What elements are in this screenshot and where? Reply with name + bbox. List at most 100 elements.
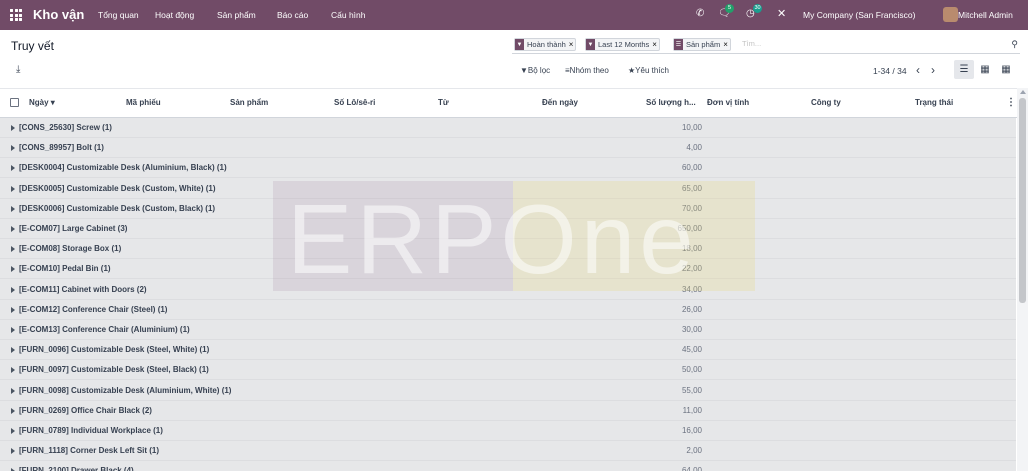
caret-right-icon[interactable] (11, 306, 15, 313)
column-quantity-done[interactable]: Số lượng h... (646, 98, 696, 107)
filter-button[interactable]: ▼Bộ lọc (520, 66, 550, 75)
search-bar[interactable]: ▼ Hoàn thành × ▼ Last 12 Months × ☰ Sản … (512, 35, 1020, 54)
menu-item-configuration[interactable]: Cấu hình (331, 10, 366, 20)
facet-done[interactable]: ▼ Hoàn thành × (514, 38, 577, 51)
caret-right-icon[interactable] (11, 205, 15, 212)
caret-right-icon[interactable] (11, 165, 15, 172)
group-quantity-total: 60,00 (681, 163, 702, 173)
filter-label: Bộ lọc (527, 66, 551, 75)
group-row[interactable]: [FURN_0269] Office Chair Black (2) 11,00 (0, 401, 1016, 421)
previous-page-icon[interactable]: ‹ (916, 63, 920, 77)
facet-group-by-product[interactable]: ☰ Sản phẩm × (673, 38, 731, 51)
activities-clock-icon[interactable]: ◷ 30 (746, 4, 762, 19)
app-name[interactable]: Kho vận (33, 7, 84, 22)
caret-right-icon[interactable] (11, 347, 15, 354)
grouped-list: [CONS_25630] Screw (1) 10,00 [CONS_89957] … (0, 118, 1016, 471)
column-reference[interactable]: Mã phiếu (126, 98, 161, 107)
caret-right-icon[interactable] (11, 407, 15, 414)
group-label: [CONS_89957] Bolt (1) (19, 143, 104, 153)
column-label: Ngày (29, 98, 49, 107)
search-icon[interactable]: ⚲ (1011, 39, 1018, 50)
group-quantity-total: 45,00 (681, 345, 702, 355)
group-label: [DESK0005] Customizable Desk (Custom, Wh… (19, 183, 216, 193)
pager-value[interactable]: 1-34 / 34 (873, 66, 907, 76)
column-status[interactable]: Trạng thái (915, 98, 953, 107)
caret-right-icon[interactable] (11, 125, 15, 131)
group-label: [DESK0004] Customizable Desk (Aluminium,… (19, 163, 227, 173)
list-view-icon[interactable]: ☰ (954, 60, 974, 79)
group-row[interactable]: [FURN_0097] Customizable Desk (Steel, Bl… (0, 360, 1016, 381)
menu-item-reporting[interactable]: Báo cáo (277, 10, 308, 20)
column-unit[interactable]: Đơn vị tính (707, 98, 749, 107)
download-icon[interactable]: ⤓ (16, 64, 20, 75)
user-name[interactable]: Mitchell Admin (958, 10, 1013, 20)
column-product[interactable]: Sản phẩm (230, 98, 268, 107)
group-label: [FURN_0789] Individual Workplace (1) (19, 426, 163, 435)
group-label: [E-COM13] Conference Chair (Aluminium) (… (19, 325, 190, 334)
group-row[interactable]: [DESK0004] Customizable Desk (Aluminium,… (0, 158, 1016, 179)
group-row[interactable]: [FURN_0096] Customizable Desk (Steel, Wh… (0, 340, 1016, 361)
group-row[interactable]: [E-COM12] Conference Chair (Steel) (1) 26… (0, 300, 1016, 320)
select-all-checkbox[interactable] (10, 98, 19, 107)
apps-menu-icon[interactable] (10, 9, 22, 21)
caret-right-icon[interactable] (11, 448, 15, 455)
table-header: Ngày ▾ Mã phiếu Sản phẩm Số Lô/sê-ri Từ … (0, 88, 1018, 118)
group-row[interactable]: [FURN_2100] Drawer Black (4) 64,00 (0, 461, 1016, 471)
column-company[interactable]: Công ty (811, 98, 841, 107)
remove-facet-icon[interactable]: × (569, 40, 574, 49)
group-label: [FURN_0097] Customizable Desk (Steel, Bl… (19, 365, 209, 375)
next-page-icon[interactable]: › (931, 63, 935, 77)
page-title: Truy vết (11, 39, 54, 53)
group-label: [CONS_25630] Screw (1) (19, 123, 112, 132)
group-quantity-total: 64,00 (681, 466, 702, 471)
user-avatar[interactable] (943, 7, 958, 22)
group-row[interactable]: [CONS_25630] Screw (1) 10,00 (0, 118, 1016, 138)
group-label: [E-COM12] Conference Chair (Steel) (1) (19, 304, 168, 314)
column-from[interactable]: Từ (438, 98, 449, 107)
caret-right-icon[interactable] (11, 428, 15, 434)
pivot-view-icon[interactable]: ▦ (996, 60, 1016, 79)
caret-right-icon[interactable] (11, 246, 15, 253)
column-date[interactable]: Ngày ▾ (29, 98, 55, 107)
group-row[interactable]: [CONS_89957] Bolt (1) 4,00 (0, 138, 1016, 159)
caret-right-icon[interactable] (11, 145, 15, 152)
caret-right-icon[interactable] (11, 327, 15, 333)
caret-right-icon[interactable] (11, 387, 15, 394)
company-switcher[interactable]: My Company (San Francisco) (803, 10, 915, 20)
group-row[interactable]: [FURN_0789] Individual Workplace (1) 16,0… (0, 421, 1016, 441)
menu-item-operations[interactable]: Hoạt động (155, 10, 194, 20)
group-label: [E-COM10] Pedal Bin (1) (19, 264, 111, 274)
messages-icon[interactable]: 🗨 5 (718, 4, 734, 19)
group-row[interactable]: [FURN_0098] Customizable Desk (Aluminium… (0, 381, 1016, 401)
facet-label: Hoàn thành (527, 40, 566, 49)
favorites-button[interactable]: ★Yêu thích (628, 66, 669, 75)
group-quantity-total: 4,00 (686, 143, 702, 153)
facet-last-12-months[interactable]: ▼ Last 12 Months × (585, 38, 660, 51)
caret-right-icon[interactable] (11, 367, 15, 374)
search-input[interactable]: Tìm... (742, 39, 761, 48)
facet-label: Sản phẩm (686, 40, 721, 49)
caret-right-icon[interactable] (11, 286, 15, 293)
phone-icon[interactable]: ✆ (696, 8, 704, 19)
menu-item-products[interactable]: Sản phẩm (217, 10, 256, 20)
group-quantity-total: 26,00 (681, 304, 702, 314)
remove-facet-icon[interactable]: × (723, 40, 728, 49)
group-by-button[interactable]: ≡Nhóm theo (565, 66, 609, 75)
group-label: [E-COM11] Cabinet with Doors (2) (19, 284, 147, 294)
optional-columns-icon[interactable]: ⋮ (1006, 97, 1016, 108)
caret-right-icon[interactable] (11, 226, 15, 232)
group-row[interactable]: [E-COM13] Conference Chair (Aluminium) (… (0, 320, 1016, 340)
menu-item-overview[interactable]: Tổng quan (98, 10, 139, 20)
kanban-view-icon[interactable]: ▦ (975, 60, 995, 79)
scrollbar[interactable] (1017, 88, 1028, 471)
column-to[interactable]: Đến ngày (542, 98, 578, 107)
close-icon[interactable]: ✕ (777, 7, 786, 20)
group-label: [E-COM07] Large Cabinet (3) (19, 224, 128, 233)
column-lot-serial[interactable]: Số Lô/sê-ri (334, 98, 375, 107)
scrollbar-thumb[interactable] (1019, 98, 1026, 303)
remove-facet-icon[interactable]: × (652, 40, 657, 49)
group-row[interactable]: [FURN_1118] Corner Desk Left Sit (1) 2,00 (0, 441, 1016, 462)
caret-right-icon[interactable] (11, 185, 15, 192)
group-quantity-total: 11,00 (682, 405, 702, 415)
caret-right-icon[interactable] (11, 266, 15, 273)
